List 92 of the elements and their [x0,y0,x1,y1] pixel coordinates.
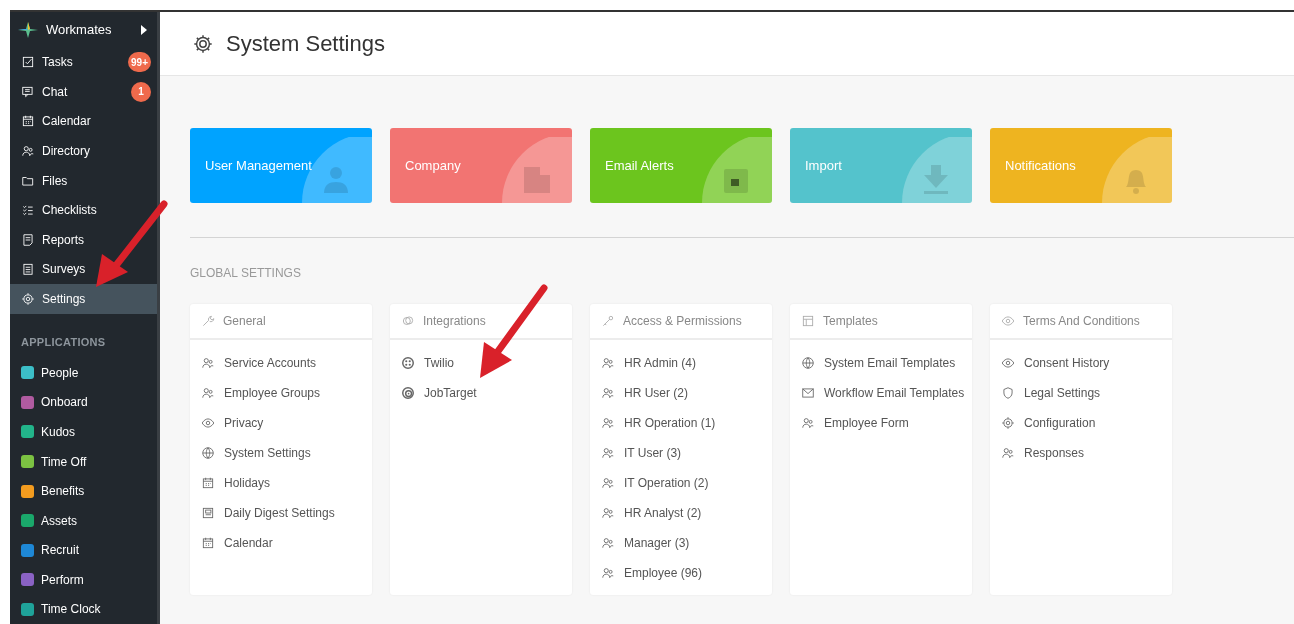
count-badge: 1 [131,81,151,102]
settings-link[interactable]: HR User (2) [590,378,772,408]
gear-icon [21,291,35,306]
settings-link[interactable]: HR Admin (4) [590,348,772,378]
settings-link[interactable]: System Email Templates [790,348,972,378]
sidebar-item[interactable]: Calendar [10,106,157,137]
calendar-icon [201,476,215,490]
count-badge: 99+ [128,52,151,73]
globe-icon [201,446,215,460]
people-icon [601,476,615,490]
check-box-icon [21,55,35,70]
sidebar-item[interactable]: Kudos [10,417,157,447]
people-icon [21,143,35,158]
card-title: Access & Permissions [623,313,742,330]
people-icon [601,566,615,580]
people-icon [201,386,215,400]
gear-icon [1001,416,1015,430]
wrench-icon [201,314,215,328]
chat-icon [21,84,35,99]
settings-link[interactable]: Daily Digest Settings [190,498,372,528]
settings-link[interactable]: System Settings [190,438,372,468]
sidebar-item[interactable]: Time Clock [10,594,157,624]
settings-link[interactable]: Manager (3) [590,528,772,558]
settings-link[interactable]: HR Operation (1) [590,408,772,438]
settings-link[interactable]: IT Operation (2) [590,468,772,498]
caret-icon[interactable] [141,24,147,35]
settings-link[interactable]: IT User (3) [590,438,772,468]
settings-link[interactable]: Service Accounts [190,348,372,378]
sidebar-item[interactable]: Assets [10,505,157,536]
people-icon [601,386,615,400]
checklist-icon [21,203,35,218]
sidebar-item[interactable]: People [10,358,157,388]
settings-link[interactable]: Configuration [990,408,1172,438]
globe-icon [801,356,815,370]
people-icon [801,416,815,430]
clipboard-icon [21,262,35,277]
eye-icon [201,416,215,430]
sidebar-item[interactable]: Chat 1 [10,77,157,107]
card-title: Integrations [423,313,486,330]
shield-icon [1001,386,1015,400]
settings-link[interactable]: Twilio [390,348,572,378]
section-title: GLOBAL SETTINGS [190,265,302,282]
sidebar-item[interactable]: Settings [10,283,157,314]
people-icon [201,356,215,370]
sidebar-item[interactable]: Benefits [10,476,157,506]
people-icon [601,536,615,550]
people-icon [601,446,615,460]
settings-link[interactable]: Responses [990,438,1172,468]
settings-link[interactable]: Employee (96) [590,558,772,588]
settings-link[interactable]: Legal Settings [990,378,1172,408]
settings-link[interactable]: Privacy [190,408,372,438]
sidebar-item[interactable]: Onboard [10,387,157,418]
sidebar-item[interactable]: Perform [10,564,157,595]
key-icon [601,314,615,328]
card-title: Terms And Conditions [1023,313,1140,330]
eye-icon [1001,314,1015,328]
sidebar-item[interactable]: Reports [10,224,157,255]
newspaper-icon [201,506,215,520]
settings-link[interactable]: JobTarget [390,378,572,408]
brand-name: Workmates [46,21,113,39]
settings-link[interactable]: Employee Form [790,408,972,438]
gear-icon [192,32,214,55]
settings-link[interactable]: HR Analyst (2) [590,498,772,528]
eye-icon [1001,356,1015,370]
template-icon [801,314,815,328]
envelope-icon [801,386,815,400]
calendar-icon [21,114,35,129]
sidebar-item[interactable]: Files [10,165,157,196]
people-icon [601,506,615,520]
card-title: General [223,313,266,330]
calendar-icon [201,536,215,550]
report-icon [21,232,35,247]
sidebar-item[interactable]: Surveys [10,254,157,284]
rings-icon [401,314,415,328]
sidebar-item[interactable]: Directory [10,136,157,166]
people-icon [601,416,615,430]
sidebar-item[interactable]: Time Off [10,446,157,477]
spiral-icon [401,386,415,400]
page-title: System Settings [226,30,385,58]
section-title: APPLICATIONS [20,334,107,350]
people-icon [601,356,615,370]
circle-dots-icon [401,356,415,370]
sidebar-item[interactable]: Checklists [10,195,157,225]
settings-link[interactable]: Holidays [190,468,372,498]
settings-link[interactable]: Workflow Email Templates [790,378,972,408]
settings-link[interactable]: Calendar [190,528,372,558]
card-title: Templates [823,313,878,330]
sidebar-item[interactable]: Tasks 99+ [10,47,157,78]
people-icon [1001,446,1015,460]
settings-link[interactable]: Employee Groups [190,378,372,408]
sidebar-item[interactable]: Recruit [10,535,157,565]
settings-link[interactable]: Consent History [990,348,1172,378]
